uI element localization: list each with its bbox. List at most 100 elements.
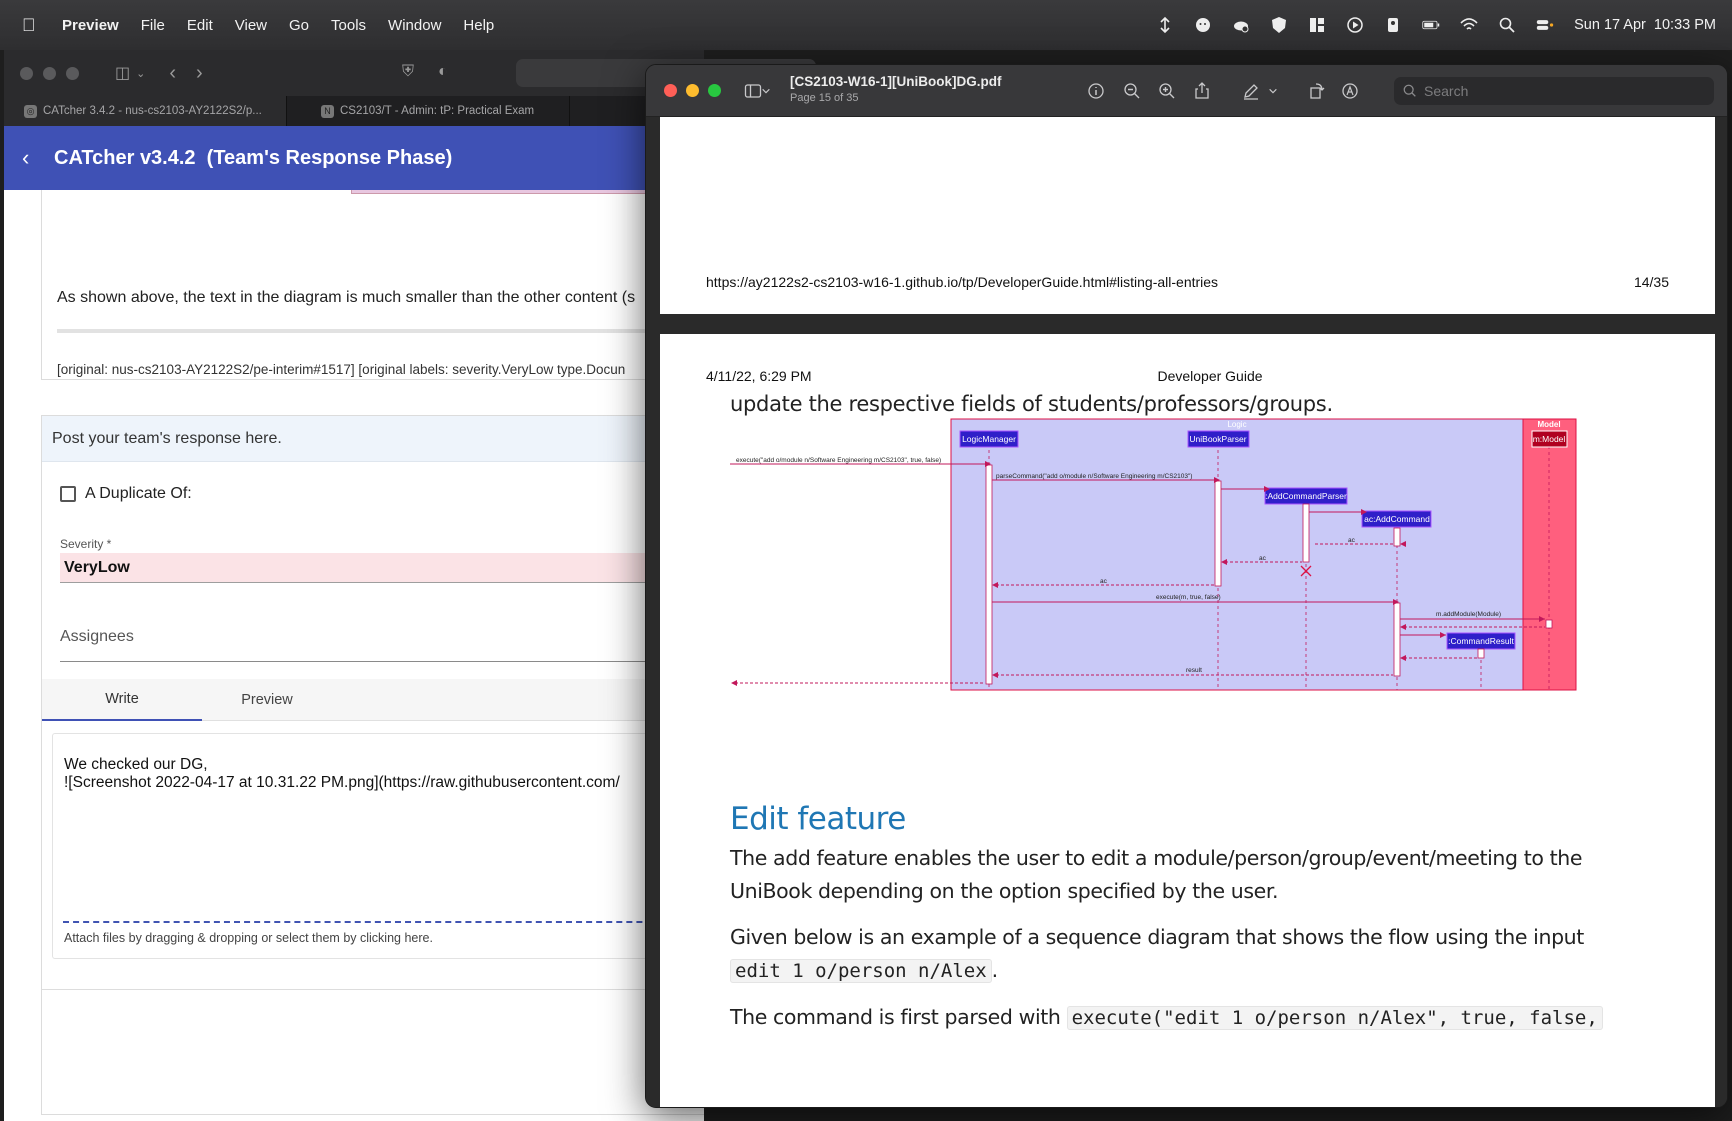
participant-label: :AddCommandParser: [1265, 491, 1347, 501]
participant-label: m:Model: [1533, 434, 1566, 444]
browser-toolbar: ◫ ⌄ ‹ › ⛨ ◐: [4, 50, 816, 96]
inline-code: execute("edit 1 o/person n/Alex", true, …: [1066, 1006, 1603, 1030]
info-icon[interactable]: [1085, 81, 1107, 101]
screen: { "menubar": { "app_name": "Preview", "m…: [0, 0, 1732, 1121]
tab-preview[interactable]: Preview: [187, 679, 347, 721]
menu-app-name[interactable]: Preview: [62, 17, 119, 34]
app-header: ‹ CATcher v3.4.2 (Team's Response Phase): [4, 126, 704, 190]
id-card-icon[interactable]: [1384, 16, 1402, 34]
markup-circle-icon[interactable]: [1339, 81, 1361, 101]
embedded-image-edge: [351, 190, 651, 194]
search-field[interactable]: Search: [1394, 77, 1714, 105]
back-arrow-icon[interactable]: ‹: [22, 145, 46, 171]
cloud-icon[interactable]: [1232, 16, 1250, 34]
markup-pen-icon[interactable]: [1240, 81, 1262, 101]
page-indicator: Page 15 of 35: [790, 92, 859, 104]
page-header-date: 4/11/22, 6:29 PM: [706, 368, 812, 384]
sort-arrows-icon[interactable]: [1156, 16, 1174, 34]
message-label: ac: [1100, 578, 1108, 585]
battery-icon[interactable]: [1422, 16, 1440, 34]
body-paragraph: Given below is an example of a sequence …: [730, 921, 1635, 988]
paragraph-text: .: [991, 958, 999, 982]
message-label: execute("add o/module n/Software Enginee…: [736, 457, 941, 464]
response-textarea[interactable]: We checked our DG, ![Screenshot 2022-04-…: [52, 733, 704, 959]
severity-value: VeryLow: [64, 558, 130, 576]
browser-window: ◫ ⌄ ‹ › ⛨ ◐ ◎ CATcher 3.4.2 - nus-cs2103…: [4, 50, 816, 1121]
logic-frame-label: Logic: [1227, 420, 1246, 429]
search-icon: [1403, 84, 1416, 97]
inline-code: edit 1 o/person n/Alex: [730, 959, 992, 983]
window-controls: [664, 84, 721, 97]
participant-label: :CommandResult: [1448, 636, 1514, 646]
close-window-button[interactable]: [664, 84, 677, 97]
editor-tabs: Write Preview: [42, 679, 704, 721]
spotlight-search-icon[interactable]: [1498, 16, 1516, 34]
response-header: Post your team's response here.: [42, 416, 704, 462]
tab-label: CS2103/T - Admin: tP: Practical Exam: [340, 105, 535, 117]
response-text: We checked our DG, ![Screenshot 2022-04-…: [64, 756, 620, 791]
zoom-in-icon[interactable]: [1156, 81, 1178, 101]
card-footer-divider: [42, 989, 704, 990]
notion-favicon-icon: N: [321, 104, 334, 118]
rotate-icon[interactable]: [1306, 81, 1328, 101]
shield-grid-icon[interactable]: [1270, 16, 1288, 34]
tab-catcher[interactable]: ◎ CATcher 3.4.2 - nus-cs2103-AY2122S2/p.…: [4, 96, 287, 126]
menu-file[interactable]: File: [141, 17, 165, 34]
page-header-title: Developer Guide: [1157, 368, 1263, 384]
tab-cs2103-admin[interactable]: N CS2103/T - Admin: tP: Practical Exam: [287, 96, 570, 126]
share-icon[interactable]: [1191, 81, 1213, 101]
duplicate-label: A Duplicate Of:: [85, 485, 192, 502]
control-center-icon[interactable]: [1536, 16, 1554, 34]
menu-help[interactable]: Help: [463, 17, 494, 34]
sidebar-toggle-icon[interactable]: ◫: [115, 63, 130, 83]
menu-view[interactable]: View: [235, 17, 267, 34]
page-title: CATcher v3.4.2 (Team's Response Phase): [54, 146, 453, 169]
assignees-label: Assignees: [60, 628, 134, 645]
pdf-page-14: https://ay2122s2-cs2103-w16-1.github.io/…: [660, 117, 1715, 314]
message-label: m.addModule(Module): [1436, 611, 1501, 618]
catcher-favicon-icon: ◎: [24, 104, 37, 118]
menu-edit[interactable]: Edit: [187, 17, 213, 34]
pdf-page-15: 4/11/22, 6:29 PM Developer Guide update …: [660, 334, 1715, 1107]
severity-select[interactable]: VeryLow: [60, 553, 704, 583]
tab-write[interactable]: Write: [42, 679, 202, 721]
back-icon[interactable]: ‹: [169, 62, 176, 85]
issue-description-card: [41, 190, 704, 380]
forward-icon[interactable]: ›: [196, 62, 203, 85]
duplicate-checkbox-row[interactable]: A Duplicate Of:: [60, 485, 192, 503]
half-shield-icon[interactable]: ◐: [438, 63, 448, 81]
document-title: [CS2103-W16-1][UniBook]DG.pdf: [790, 74, 1002, 89]
play-circle-icon[interactable]: [1346, 16, 1364, 34]
zoom-window-button[interactable]: [708, 84, 721, 97]
wifi-icon[interactable]: [1460, 16, 1478, 34]
pdf-viewport[interactable]: https://ay2122s2-cs2103-w16-1.github.io/…: [646, 117, 1727, 1107]
body-paragraph: The command is first parsed with execute…: [730, 1001, 1635, 1035]
preview-toolbar: [CS2103-W16-1][UniBook]DG.pdf Page 15 of…: [646, 65, 1727, 117]
chevron-down-icon[interactable]: ⌄: [136, 67, 145, 80]
zoom-out-icon[interactable]: [1121, 81, 1143, 101]
menu-bar:  Preview File Edit View Go Tools Window…: [0, 0, 1732, 50]
wechat-icon[interactable]: [1194, 16, 1212, 34]
privacy-shield-icon[interactable]: ⛨: [402, 63, 414, 81]
duplicate-checkbox[interactable]: [60, 486, 76, 502]
participant-label: ac:AddCommand: [1364, 514, 1430, 524]
tab-bar: ◎ CATcher 3.4.2 - nus-cs2103-AY2122S2/p.…: [4, 96, 704, 126]
response-card: Post your team's response here. A Duplic…: [41, 415, 704, 1115]
message-label: parseCommand("add o/module n/Software En…: [996, 473, 1192, 480]
menu-window[interactable]: Window: [388, 17, 441, 34]
chevron-down-icon[interactable]: [1266, 81, 1280, 101]
assignees-select[interactable]: Assignees: [60, 628, 704, 662]
divider: [57, 329, 697, 333]
menu-go[interactable]: Go: [289, 17, 309, 34]
window-controls[interactable]: [20, 66, 79, 80]
minimize-window-button[interactable]: [686, 84, 699, 97]
apple-icon[interactable]: : [22, 15, 40, 36]
attach-files-hint[interactable]: Attach files by dragging & dropping or s…: [64, 931, 433, 945]
chevron-down-icon[interactable]: [760, 81, 772, 101]
model-frame-label: Model: [1537, 420, 1560, 429]
preview-window: [CS2103-W16-1][UniBook]DG.pdf Page 15 of…: [645, 64, 1728, 1108]
menu-tools[interactable]: Tools: [331, 17, 366, 34]
layout-icon[interactable]: [1308, 16, 1326, 34]
menubar-clock[interactable]: Sun 17 Apr 10:33 PM: [1574, 17, 1716, 33]
body-paragraph: The add feature enables the user to edit…: [730, 846, 1583, 903]
